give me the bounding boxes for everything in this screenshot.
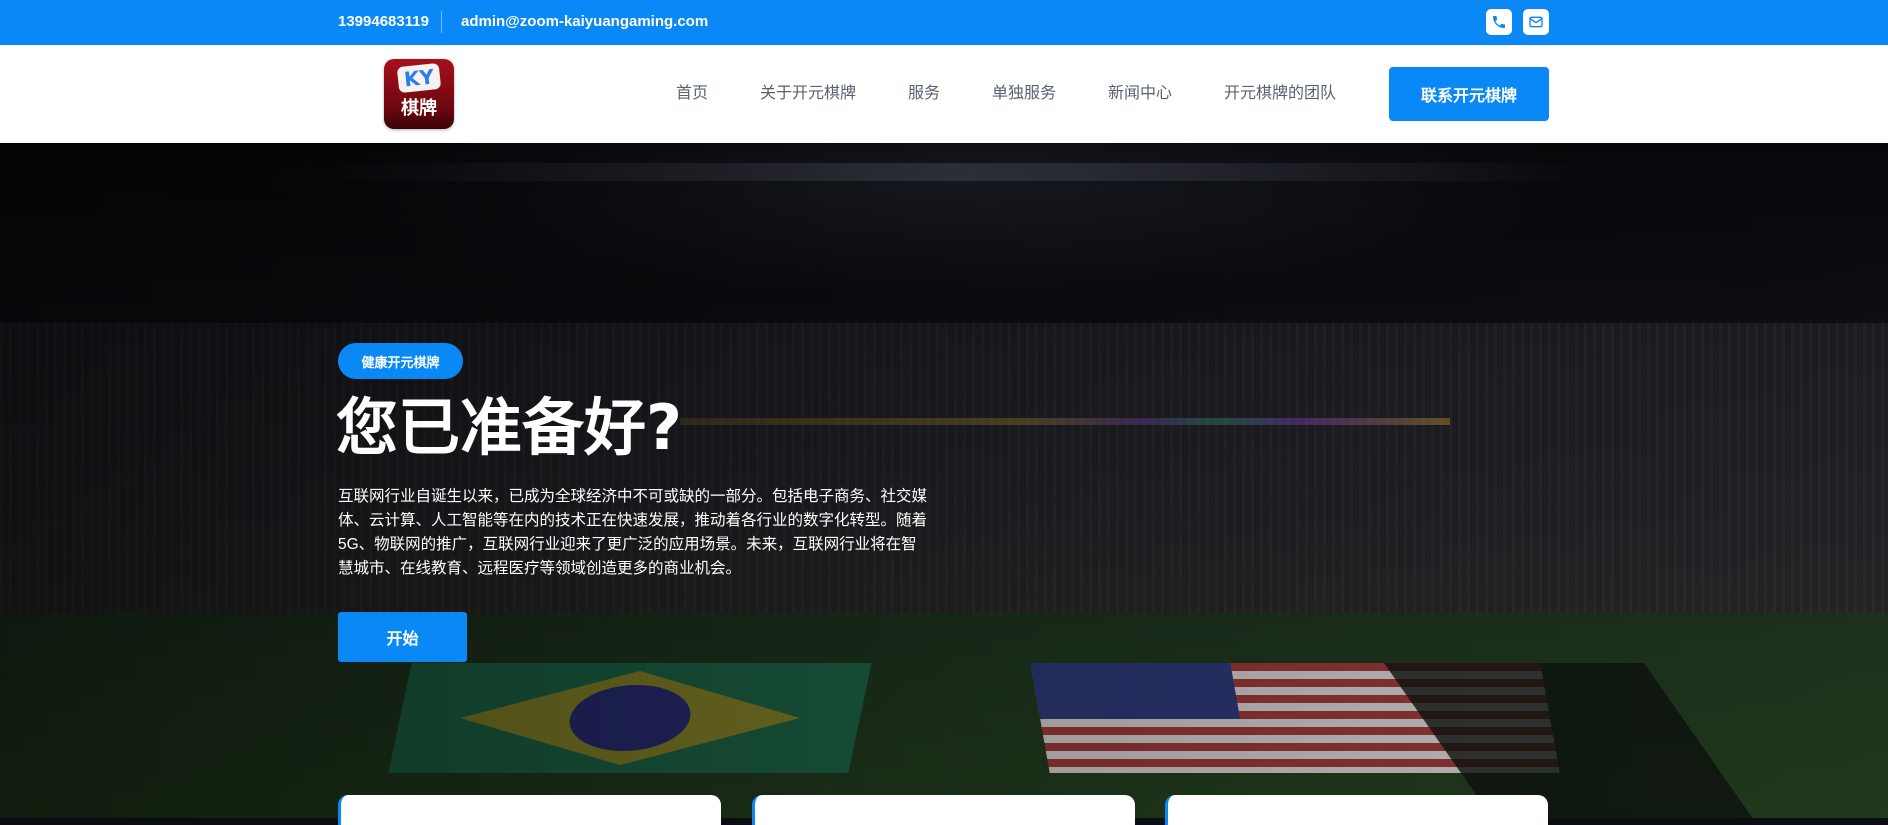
top-contact-bar: 13994683119 admin@zoom-kaiyuangaming.com [0,0,1888,45]
contact-phone[interactable]: 13994683119 [338,12,429,32]
hero-badge: 健康开元棋牌 [338,343,463,379]
nav-item-team[interactable]: 开元棋牌的团队 [1224,83,1336,105]
main-navbar: KY 棋牌 首页 关于开元棋牌 服务 单独服务 新闻中心 开元棋牌的团队 联系开… [0,45,1888,143]
start-button[interactable]: 开始 [338,612,467,662]
logo-mark: KY [396,62,442,94]
phone-icon[interactable] [1486,9,1512,35]
hero-overlay [0,143,1888,818]
nav-item-news[interactable]: 新闻中心 [1108,83,1172,105]
nav-item-individual-services[interactable]: 单独服务 [992,83,1056,105]
hero-title: 您已准备好? [336,391,682,464]
divider [441,11,442,33]
feature-card-3[interactable] [1165,795,1548,825]
nav-item-services[interactable]: 服务 [908,83,940,105]
logo-name: 棋牌 [401,98,437,119]
feature-card-1[interactable] [338,795,721,825]
hero-description: 互联网行业自诞生以来，已成为全球经济中不可或缺的一部分。包括电子商务、社交媒体、… [338,488,928,577]
contact-email[interactable]: admin@zoom-kaiyuangaming.com [461,12,708,32]
nav-item-about[interactable]: 关于开元棋牌 [760,83,856,105]
contact-button[interactable]: 联系开元棋牌 [1389,67,1549,121]
mail-icon[interactable] [1523,9,1549,35]
hero-banner [0,143,1888,818]
site-logo[interactable]: KY 棋牌 [384,59,454,129]
nav-item-home[interactable]: 首页 [676,83,708,105]
feature-card-2[interactable] [752,795,1135,825]
